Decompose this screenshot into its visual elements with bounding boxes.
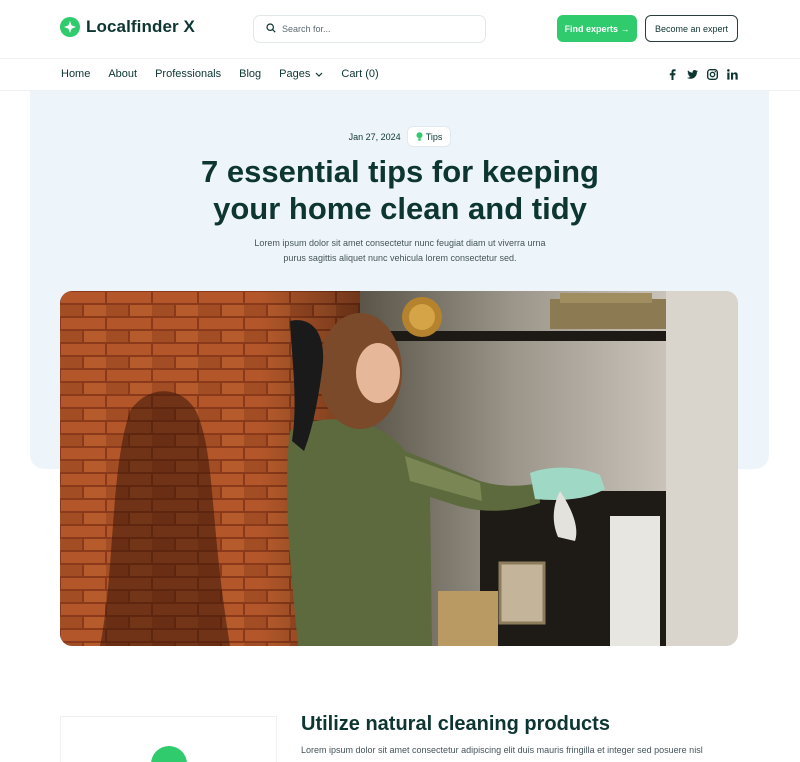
- section-heading: Utilize natural cleaning products: [301, 713, 610, 735]
- search-icon: [266, 20, 276, 38]
- category-tag-label: Tips: [425, 131, 443, 142]
- section-paragraph: Lorem ipsum dolor sit amet consectetur a…: [301, 745, 703, 755]
- article-title-line2: your home clean and tidy: [213, 191, 587, 226]
- chevron-down-icon: [315, 72, 323, 77]
- nav-blog[interactable]: Blog: [239, 68, 261, 80]
- become-expert-button[interactable]: Become an expert: [645, 15, 738, 42]
- nav-label: Professionals: [155, 68, 222, 80]
- brand-name: Localfinder X: [86, 17, 195, 36]
- nav-label: Pages: [279, 68, 311, 80]
- main-nav: Home About Professionals Blog Pages Cart…: [0, 58, 800, 91]
- instagram-icon[interactable]: [707, 69, 718, 80]
- nav-cart[interactable]: Cart (0): [341, 68, 378, 80]
- article-hero-image: [60, 291, 738, 646]
- nav-label: About: [108, 68, 138, 80]
- logo-star-icon: [60, 17, 80, 37]
- article-subtitle: Lorem ipsum dolor sit amet consectetur n…: [254, 238, 546, 263]
- search-bar[interactable]: [253, 15, 486, 43]
- nav-home[interactable]: Home: [61, 68, 90, 80]
- facebook-icon[interactable]: [667, 69, 678, 80]
- brand-logo[interactable]: Localfinder X: [60, 17, 195, 37]
- category-tag[interactable]: Tips: [406, 126, 452, 147]
- nav-about[interactable]: About: [108, 68, 137, 80]
- nav-label: Home: [61, 68, 91, 80]
- nav-professionals[interactable]: Professionals: [155, 68, 221, 80]
- nav-label: Blog: [239, 68, 262, 80]
- linkedin-icon[interactable]: [727, 69, 738, 80]
- lightbulb-icon: [416, 131, 423, 141]
- article-meta: Jan 27, 2024 Tips: [0, 126, 800, 147]
- find-experts-button[interactable]: Find experts →: [557, 15, 637, 42]
- twitter-icon[interactable]: [687, 69, 698, 80]
- nav-label: Cart (0): [341, 68, 379, 80]
- top-header: Localfinder X Find experts → Become an e…: [0, 0, 800, 58]
- nav-pages[interactable]: Pages: [279, 68, 323, 80]
- social-links: [667, 69, 738, 80]
- search-input[interactable]: [282, 24, 462, 34]
- article-date: Jan 27, 2024: [348, 131, 401, 142]
- article-title: 7 essential tips for keeping your home c…: [0, 153, 800, 227]
- article-title-line1: 7 essential tips for keeping: [201, 154, 599, 189]
